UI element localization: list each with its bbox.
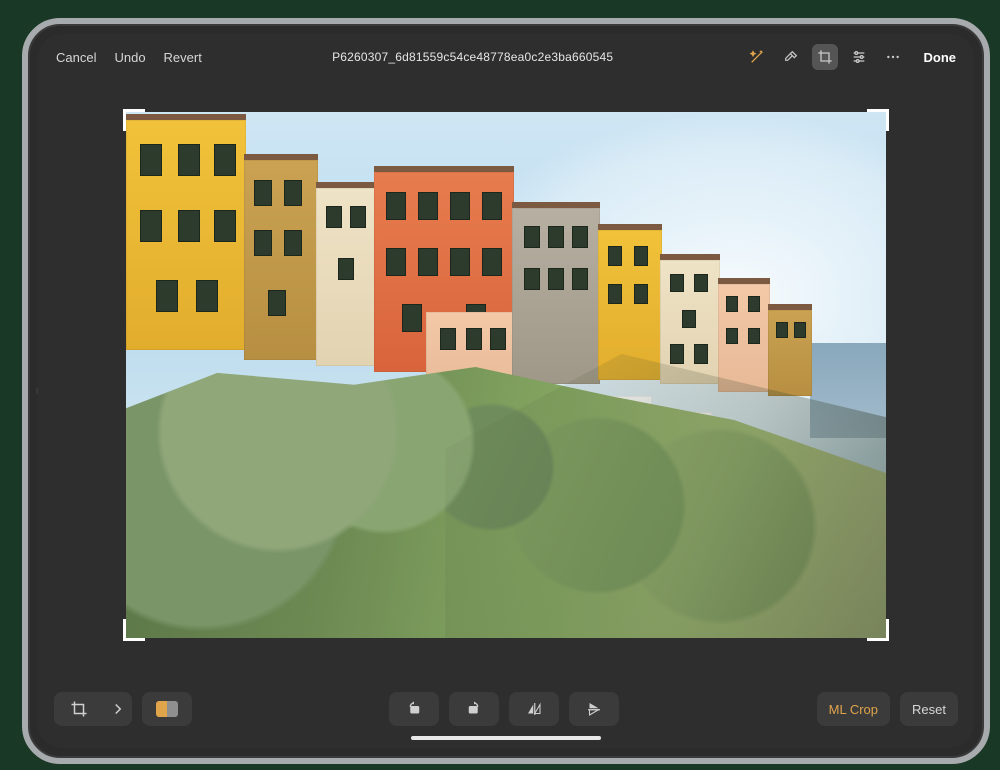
adjustments-icon[interactable] [846, 44, 872, 70]
done-button[interactable]: Done [924, 50, 957, 65]
photo-preview [126, 112, 886, 638]
auto-enhance-icon[interactable] [744, 44, 770, 70]
home-indicator[interactable] [411, 736, 601, 740]
ml-crop-button[interactable]: ML Crop [817, 692, 890, 726]
aspect-ratio-icon [156, 701, 178, 717]
crop-mode-expand-button[interactable] [104, 692, 132, 726]
crop-handle-top-left[interactable] [123, 109, 145, 131]
revert-button[interactable]: Revert [164, 50, 202, 65]
flip-vertical-button[interactable] [569, 692, 619, 726]
color-picker-icon[interactable] [778, 44, 804, 70]
rotate-left-button[interactable] [389, 692, 439, 726]
crop-canvas[interactable] [38, 80, 974, 670]
flip-horizontal-button[interactable] [509, 692, 559, 726]
editor-topbar: Cancel Undo Revert P6260307_6d81559c54ce… [38, 34, 974, 80]
reset-button[interactable]: Reset [900, 692, 958, 726]
more-options-icon[interactable] [880, 44, 906, 70]
crop-mode-button[interactable] [54, 692, 104, 726]
cancel-button[interactable]: Cancel [56, 50, 96, 65]
crop-handle-bottom-right[interactable] [867, 619, 889, 641]
crop-handle-bottom-left[interactable] [123, 619, 145, 641]
rotate-right-button[interactable] [449, 692, 499, 726]
photo-frame[interactable] [126, 112, 886, 638]
crop-tool-icon[interactable] [812, 44, 838, 70]
file-title: P6260307_6d81559c54ce48778ea0c2e3ba66054… [202, 50, 744, 64]
undo-button[interactable]: Undo [114, 50, 145, 65]
aspect-ratio-button[interactable] [142, 692, 192, 726]
crop-handle-top-right[interactable] [867, 109, 889, 131]
